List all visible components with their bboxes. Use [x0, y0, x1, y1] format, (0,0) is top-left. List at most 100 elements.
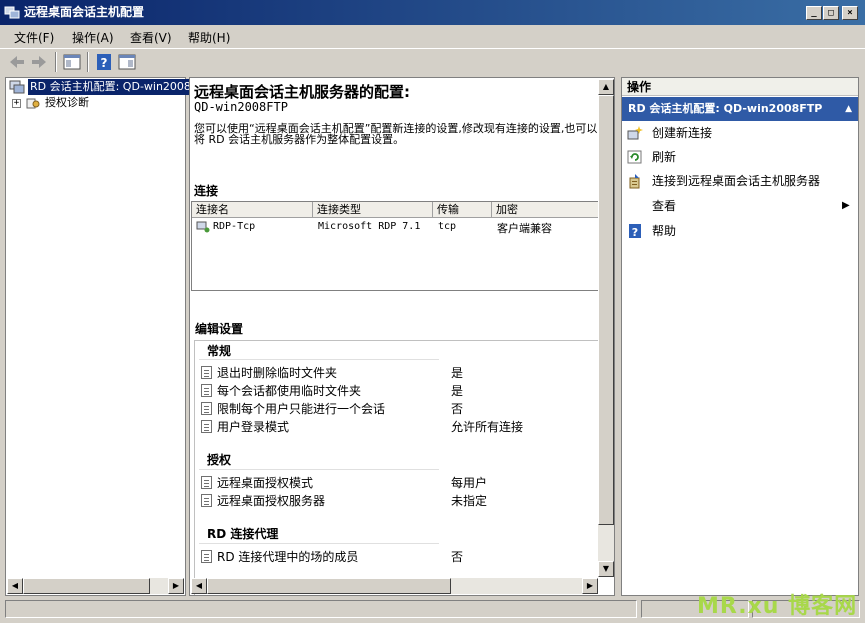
show-hide-action-pane-icon[interactable] [116, 52, 138, 72]
config-pane: 远程桌面会话主机服务器的配置: QD-win2008FTP 您可以使用“远程桌面… [189, 77, 615, 596]
actions-subheading-label: RD 会话主机配置: QD-win2008FTP [628, 102, 823, 115]
property-icon [201, 420, 212, 433]
cell-encryption: 客户端兼容 [497, 222, 552, 235]
edit-settings-panel: 常规 退出时删除临时文件夹 是 每个会话都使用临时文件夹 是 限制每个用户只能进… [194, 340, 601, 595]
setting-row[interactable]: 每个会话都使用临时文件夹 是 [201, 382, 601, 400]
property-icon [201, 402, 212, 415]
minimize-button[interactable]: _ [806, 6, 822, 20]
tree-horizontal-scrollbar[interactable]: ◀ ▶ [7, 578, 184, 594]
help-icon[interactable]: ? [93, 52, 115, 72]
group-title-licensing: 授权 [207, 453, 232, 467]
scroll-left-button[interactable]: ◀ [7, 578, 23, 594]
action-help[interactable]: ? 帮助 [622, 220, 858, 242]
setting-row[interactable]: 限制每个用户只能进行一个会话 否 [201, 400, 601, 418]
setting-value: 未指定 [451, 494, 488, 508]
action-label: 帮助 [652, 224, 677, 238]
setting-label: 每个会话都使用临时文件夹 [217, 384, 362, 398]
center-horizontal-scrollbar[interactable]: ◀ ▶ [191, 578, 598, 594]
column-header-type[interactable]: 连接类型 [313, 202, 433, 218]
actions-subheading[interactable]: RD 会话主机配置: QD-win2008FTP ▲ [622, 97, 858, 121]
menu-view[interactable]: 查看(V) [130, 29, 172, 46]
action-connect-server[interactable]: 连接到远程桌面会话主机服务器 [622, 170, 858, 192]
watermark: MR.xu 博客网 [697, 594, 858, 619]
column-header-name[interactable]: 连接名 [192, 202, 313, 218]
close-button[interactable]: × [842, 6, 858, 20]
scroll-right-button[interactable]: ▶ [168, 578, 184, 594]
app-icon [4, 6, 20, 19]
refresh-icon [627, 150, 642, 164]
forward-icon[interactable] [28, 52, 50, 72]
scroll-right-button[interactable]: ▶ [582, 578, 598, 594]
license-diagnostic-icon [26, 98, 40, 109]
group-divider [199, 359, 439, 360]
actions-pane: 操作 RD 会话主机配置: QD-win2008FTP ▲ 创建新连接 刷新 连… [621, 77, 859, 596]
window-title: 远程桌面会话主机配置 [24, 5, 145, 19]
connection-icon [196, 221, 210, 233]
property-icon [201, 494, 212, 507]
description-text: 您可以使用“远程桌面会话主机配置”配置新连接的设置,修改现有连接的设置,也可以将… [194, 122, 598, 146]
menu-file[interactable]: 文件(F) [14, 29, 54, 46]
setting-value: 否 [451, 550, 464, 564]
tree-item-licensing-label: 授权诊断 [45, 96, 89, 109]
property-icon [201, 550, 212, 563]
actions-heading: 操作 [622, 78, 858, 96]
scroll-down-button[interactable]: ▼ [598, 561, 614, 577]
group-divider [199, 469, 439, 470]
computer-icon [9, 80, 25, 94]
back-icon[interactable] [6, 52, 28, 72]
connect-server-icon [629, 174, 640, 189]
column-header-transport[interactable]: 传输 [433, 202, 492, 218]
show-hide-tree-icon[interactable] [61, 52, 83, 72]
column-header-encryption[interactable]: 加密 [492, 202, 599, 218]
menu-help[interactable]: 帮助(H) [188, 29, 230, 46]
action-refresh[interactable]: 刷新 [622, 146, 858, 168]
setting-label: 远程桌面授权模式 [217, 476, 314, 490]
setting-row[interactable]: 远程桌面授权模式 每用户 [201, 474, 601, 492]
setting-value: 每用户 [451, 476, 488, 490]
scroll-left-button[interactable]: ◀ [191, 578, 207, 594]
setting-value: 否 [451, 402, 464, 416]
action-label: 查看 [652, 199, 677, 213]
scroll-thumb[interactable] [598, 95, 614, 525]
collapse-icon[interactable]: ▲ [845, 97, 852, 121]
scroll-thumb[interactable] [207, 578, 451, 594]
cell-transport: tcp [438, 221, 457, 232]
cell-connection-name: RDP-Tcp [213, 221, 256, 232]
new-connection-icon [627, 126, 643, 140]
edit-settings-heading: 编辑设置 [195, 322, 244, 336]
menu-action[interactable]: 操作(A) [72, 29, 114, 46]
scroll-up-button[interactable]: ▲ [598, 79, 614, 95]
table-row[interactable]: RDP-Tcp Microsoft RDP 7.1 tcp 客户端兼容 [192, 219, 599, 235]
center-vertical-scrollbar[interactable]: ▲ ▼ [598, 79, 614, 577]
cell-connection-type: Microsoft RDP 7.1 [318, 221, 421, 232]
setting-label: 远程桌面授权服务器 [217, 494, 326, 508]
page-title: 远程桌面会话主机服务器的配置: [194, 83, 411, 101]
action-view[interactable]: 查看 ▶ [622, 195, 858, 217]
setting-row[interactable]: RD 连接代理中的场的成员 否 [201, 548, 601, 566]
toolbar-separator [55, 52, 57, 72]
title-bar: 远程桌面会话主机配置 _ □ × [0, 0, 865, 25]
submenu-arrow-icon: ▶ [842, 200, 850, 211]
setting-value: 是 [451, 366, 464, 380]
toolbar-separator [87, 52, 89, 72]
server-name: QD-win2008FTP [194, 100, 288, 114]
expand-icon[interactable]: + [12, 99, 21, 108]
tree-pane: RD 会话主机配置: QD-win2008FTP + 授权诊断 ◀ ▶ [5, 77, 213, 596]
setting-value: 是 [451, 384, 464, 398]
property-icon [201, 366, 212, 379]
setting-row[interactable]: 远程桌面授权服务器 未指定 [201, 492, 601, 510]
setting-row[interactable]: 用户登录模式 允许所有连接 [201, 418, 601, 436]
setting-row[interactable]: 退出时删除临时文件夹 是 [201, 364, 601, 382]
property-icon [201, 476, 212, 489]
tree-item-root-label: RD 会话主机配置: QD-win2008FTP [28, 79, 213, 95]
maximize-button[interactable]: □ [823, 6, 839, 20]
connections-heading: 连接 [194, 184, 219, 198]
help-icon: ? [629, 224, 641, 239]
group-divider [199, 543, 439, 544]
action-new-connection[interactable]: 创建新连接 [622, 122, 858, 144]
scroll-thumb[interactable] [23, 578, 150, 594]
svg-text:?: ? [101, 56, 108, 70]
action-label: 创建新连接 [652, 126, 713, 140]
menu-bar: 文件(F) 操作(A) 查看(V) 帮助(H) [0, 25, 865, 47]
setting-label: RD 连接代理中的场的成员 [217, 550, 359, 564]
